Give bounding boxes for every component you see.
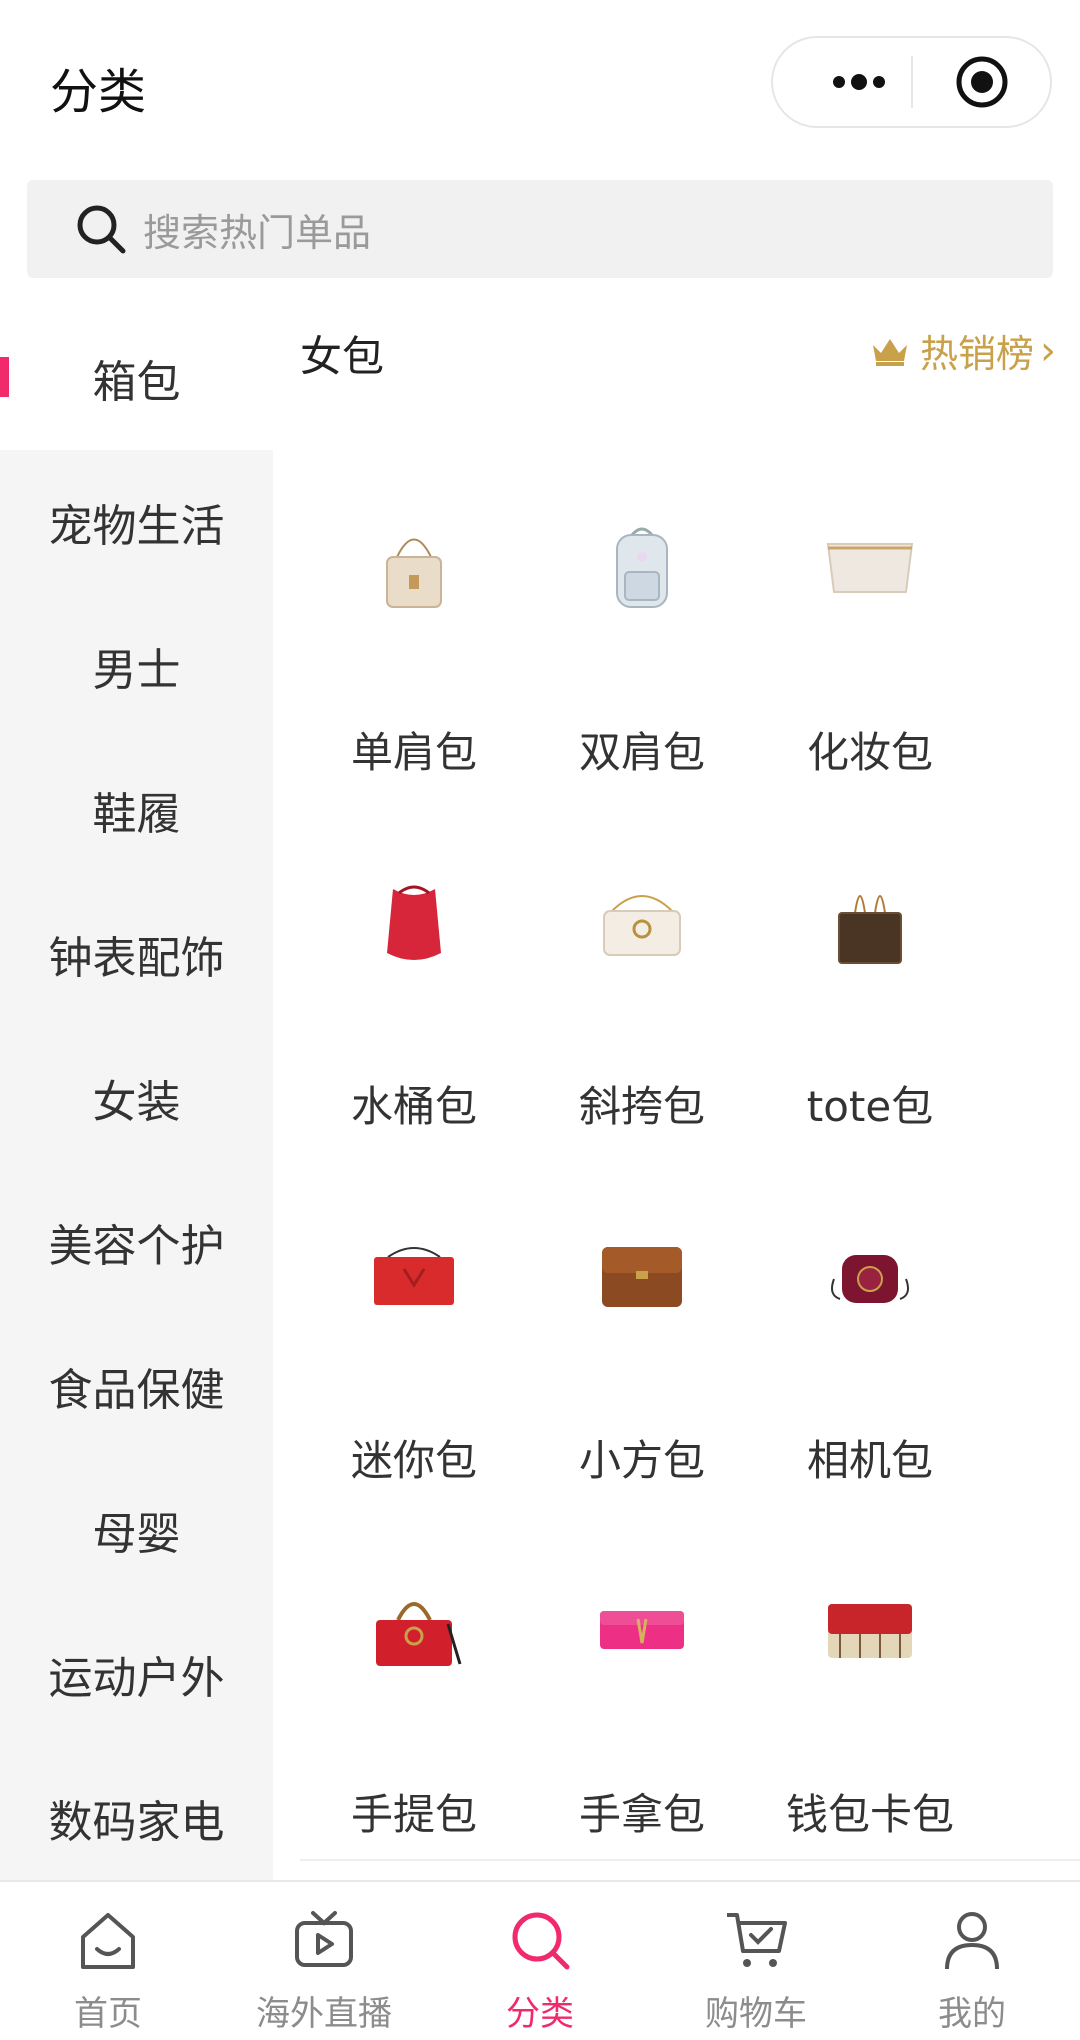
category-box-bag[interactable]: 小方包 [528, 1155, 756, 1509]
sidebar-item-label: 运动户外 [48, 1653, 225, 1704]
tote-bag-icon [790, 841, 950, 1001]
search-bar[interactable]: 搜索热门单品 [27, 180, 1053, 278]
crown-icon [870, 335, 910, 367]
section-title: 女包 [300, 332, 385, 381]
wallet-icon [790, 1549, 950, 1709]
active-indicator [0, 357, 9, 397]
category-clutch[interactable]: 手拿包 [528, 1509, 756, 1863]
sidebar-item-label: 美容个护 [48, 1221, 225, 1272]
clutch-icon [562, 1549, 722, 1709]
backpack-icon [562, 487, 722, 647]
cosmetic-bag-icon [790, 487, 950, 647]
search-icon [502, 1902, 578, 1978]
sidebar-item-label: 宠物生活 [48, 501, 225, 552]
category-cosmetic-bag[interactable]: 化妆包 [756, 447, 984, 801]
sidebar-item-label: 男士 [92, 645, 181, 696]
sidebar-item-label: 女装 [92, 1077, 181, 1128]
tab-category[interactable]: 分类 [432, 1882, 648, 2040]
chevron-right-icon: › [1040, 327, 1056, 374]
sidebar-item-label: 鞋履 [92, 789, 181, 840]
camera-bag-icon [790, 1195, 950, 1355]
hot-ranking-label: 热销榜 [919, 332, 1034, 376]
tab-profile[interactable]: 我的 [864, 1882, 1080, 2040]
sidebar-item-beauty[interactable]: 美容个护 [0, 1170, 273, 1314]
tab-label: 购物车 [705, 1994, 807, 2034]
category-label: 手提包 [350, 1790, 477, 1839]
page-title: 分类 [50, 64, 147, 120]
sidebar-item-label: 数码家电 [48, 1797, 225, 1848]
search-placeholder: 搜索热门单品 [143, 210, 372, 255]
sidebar-item-label: 母婴 [92, 1509, 181, 1560]
category-label: 迷你包 [350, 1436, 477, 1485]
category-sidebar: 箱包 宠物生活 男士 鞋履 钟表配饰 女装 美容个护 食品保健 母婴 运动户外 … [0, 305, 273, 1880]
more-dots-icon [833, 74, 885, 90]
category-label: tote包 [806, 1082, 934, 1131]
sidebar-item-label: 食品保健 [48, 1365, 225, 1416]
more-menu-button[interactable] [807, 38, 911, 126]
tab-live[interactable]: 海外直播 [216, 1882, 432, 2040]
divider [300, 1859, 1080, 1861]
target-icon [956, 56, 1007, 108]
live-tv-icon [286, 1902, 362, 1978]
sidebar-item-food[interactable]: 食品保健 [0, 1314, 273, 1458]
category-wallet[interactable]: 钱包卡包 [756, 1509, 984, 1863]
crossbody-bag-icon [562, 841, 722, 1001]
tab-label: 海外直播 [256, 1994, 392, 2034]
sidebar-item-label: 钟表配饰 [48, 933, 225, 984]
category-mini-bag[interactable]: 迷你包 [300, 1155, 528, 1509]
close-program-button[interactable] [911, 38, 1052, 126]
sidebar-item-men[interactable]: 男士 [0, 594, 273, 738]
hot-ranking-link[interactable]: 热销榜 › [870, 323, 1056, 378]
sidebar-item-bags[interactable]: 箱包 [0, 305, 273, 450]
mini-bag-icon [334, 1195, 494, 1355]
tab-label: 首页 [74, 1994, 142, 2034]
category-shoulder-bag[interactable]: 单肩包 [300, 447, 528, 801]
sidebar-item-digital[interactable]: 数码家电 [0, 1746, 273, 1890]
category-label: 单肩包 [350, 728, 477, 777]
category-camera-bag[interactable]: 相机包 [756, 1155, 984, 1509]
category-handbag[interactable]: 手提包 [300, 1509, 528, 1863]
shoulder-bag-icon [334, 487, 494, 647]
category-label: 化妆包 [806, 728, 933, 777]
handbag-icon [334, 1549, 494, 1709]
bucket-bag-icon [334, 841, 494, 1001]
tab-label: 我的 [938, 1994, 1006, 2034]
category-bucket-bag[interactable]: 水桶包 [300, 801, 528, 1155]
mini-program-capsule [771, 36, 1052, 128]
category-label: 斜挎包 [578, 1082, 705, 1131]
sidebar-item-womens-wear[interactable]: 女装 [0, 1026, 273, 1170]
header: 分类 [0, 0, 1080, 170]
sidebar-item-baby[interactable]: 母婴 [0, 1458, 273, 1602]
search-icon [71, 199, 131, 259]
bottom-tab-bar: 首页 海外直播 分类 购物车 我的 [0, 1880, 1080, 2040]
tab-label: 分类 [506, 1994, 574, 2034]
box-bag-icon [562, 1195, 722, 1355]
sidebar-item-shoes[interactable]: 鞋履 [0, 738, 273, 882]
category-label: 手拿包 [578, 1790, 705, 1839]
tab-cart[interactable]: 购物车 [648, 1882, 864, 2040]
cart-icon [718, 1902, 794, 1978]
category-backpack[interactable]: 双肩包 [528, 447, 756, 801]
category-label: 小方包 [578, 1436, 705, 1485]
home-icon [70, 1902, 146, 1978]
category-crossbody-bag[interactable]: 斜挎包 [528, 801, 756, 1155]
category-tote-bag[interactable]: tote包 [756, 801, 984, 1155]
user-icon [934, 1902, 1010, 1978]
tab-home[interactable]: 首页 [0, 1882, 216, 2040]
category-label: 水桶包 [350, 1082, 477, 1131]
sidebar-item-watches[interactable]: 钟表配饰 [0, 882, 273, 1026]
sidebar-item-label: 箱包 [92, 356, 181, 408]
sidebar-item-sports[interactable]: 运动户外 [0, 1602, 273, 1746]
category-label: 钱包卡包 [785, 1790, 954, 1839]
category-label: 相机包 [806, 1436, 933, 1485]
sidebar-item-pets[interactable]: 宠物生活 [0, 450, 273, 594]
category-label: 双肩包 [578, 728, 705, 777]
category-content: 女包 热销榜 › 单肩包 双肩包 化妆包 水桶包 斜挎包 tote包 迷你包 小… [273, 305, 1080, 1880]
